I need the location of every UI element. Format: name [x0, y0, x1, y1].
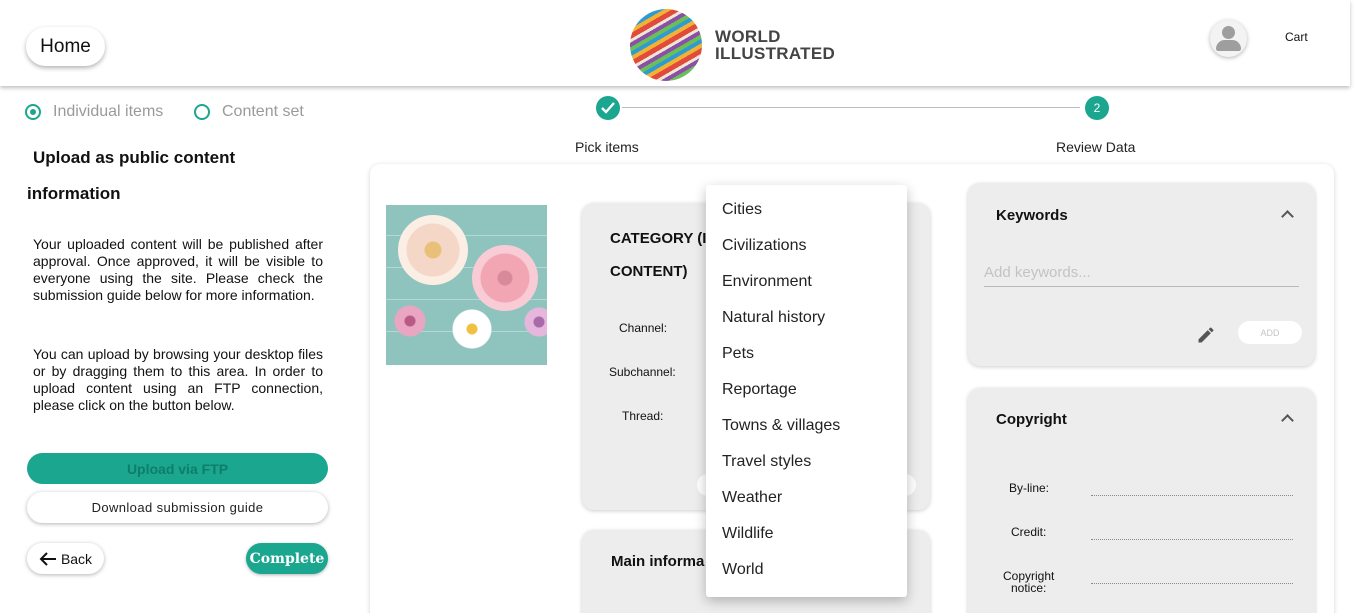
info-paragraph-2: You can upload by browsing your desktop …: [33, 346, 323, 413]
byline-label: By-line:: [1009, 481, 1050, 495]
radio-unchecked-icon[interactable]: [194, 104, 210, 120]
byline-field[interactable]: [1091, 495, 1293, 496]
top-header: Home WORLD ILLUSTRATED Cart: [0, 0, 1350, 86]
back-label: Back: [60, 550, 93, 567]
copyright-notice-field[interactable]: [1091, 583, 1293, 584]
dropdown-option[interactable]: Natural history: [706, 300, 907, 336]
info-paragraph-1: Your uploaded content will be published …: [33, 236, 323, 303]
channel-label: Channel:: [619, 321, 668, 335]
dropdown-option[interactable]: Pets: [706, 336, 907, 372]
dropdown-option[interactable]: Weather: [706, 480, 907, 516]
upload-title-line-2: information: [27, 184, 121, 203]
user-avatar-icon[interactable]: [1210, 20, 1247, 57]
credit-label: Credit:: [1011, 525, 1047, 539]
radio-individual-items[interactable]: Individual items: [25, 103, 163, 121]
keywords-title: Keywords: [996, 207, 1068, 224]
keywords-input[interactable]: [984, 259, 1299, 287]
stepper-line: [622, 107, 1080, 108]
logo-text[interactable]: WORLD ILLUSTRATED: [715, 28, 835, 62]
step-label-review-data[interactable]: Review Data: [1056, 139, 1135, 155]
logo-globe-icon[interactable]: [630, 9, 702, 81]
download-guide-button[interactable]: Download submission guide: [27, 492, 328, 523]
back-button[interactable]: Back: [27, 543, 104, 574]
subchannel-label: Subchannel:: [609, 365, 676, 379]
logo-line-1: WORLD: [715, 27, 781, 46]
add-keyword-button[interactable]: ADD: [1238, 321, 1302, 344]
uploaded-image-thumbnail[interactable]: [386, 205, 547, 365]
dropdown-option[interactable]: Reportage: [706, 372, 907, 408]
step-label-pick-items[interactable]: Pick items: [575, 139, 639, 155]
radio-label-individual: Individual items: [53, 103, 164, 120]
upload-ftp-button[interactable]: Upload via FTP: [27, 453, 328, 484]
category-title: CATEGORY (I CONTENT): [610, 222, 706, 288]
dropdown-option[interactable]: Travel styles: [706, 444, 907, 480]
cart-link[interactable]: Cart: [1285, 30, 1308, 44]
category-title-line-1: CATEGORY (I: [610, 230, 707, 247]
radio-content-set[interactable]: Content set: [194, 103, 304, 121]
dropdown-option[interactable]: Towns & villages: [706, 408, 907, 444]
dropdown-option[interactable]: World: [706, 552, 907, 588]
radio-label-content-set: Content set: [222, 103, 304, 120]
category-title-line-2: CONTENT): [610, 263, 688, 280]
dropdown-option[interactable]: Civilizations: [706, 228, 907, 264]
pencil-icon[interactable]: [1196, 325, 1216, 345]
copyright-notice-label: Copyright notice:: [1003, 570, 1054, 594]
complete-button[interactable]: Complete: [246, 543, 328, 574]
main-information-title: Main informa: [611, 553, 705, 570]
home-button[interactable]: Home: [26, 27, 105, 66]
thread-label: Thread:: [622, 409, 664, 423]
dropdown-option[interactable]: Wildlife: [706, 516, 907, 552]
credit-field[interactable]: [1091, 539, 1293, 540]
dropdown-option[interactable]: Environment: [706, 264, 907, 300]
step-done-check-icon[interactable]: [596, 96, 620, 120]
upload-title: Upload as public content: [33, 148, 236, 167]
dropdown-option[interactable]: Cities: [706, 192, 907, 228]
arrow-left-icon: [39, 551, 56, 566]
channel-dropdown-menu: Cities Civilizations Environment Natural…: [706, 185, 907, 597]
copyright-title: Copyright: [996, 411, 1067, 428]
radio-checked-icon[interactable]: [25, 104, 41, 120]
logo-line-2: ILLUSTRATED: [715, 44, 836, 63]
step-2-indicator[interactable]: 2: [1085, 96, 1109, 120]
copyright-notice-line-2: notice:: [1011, 581, 1047, 595]
